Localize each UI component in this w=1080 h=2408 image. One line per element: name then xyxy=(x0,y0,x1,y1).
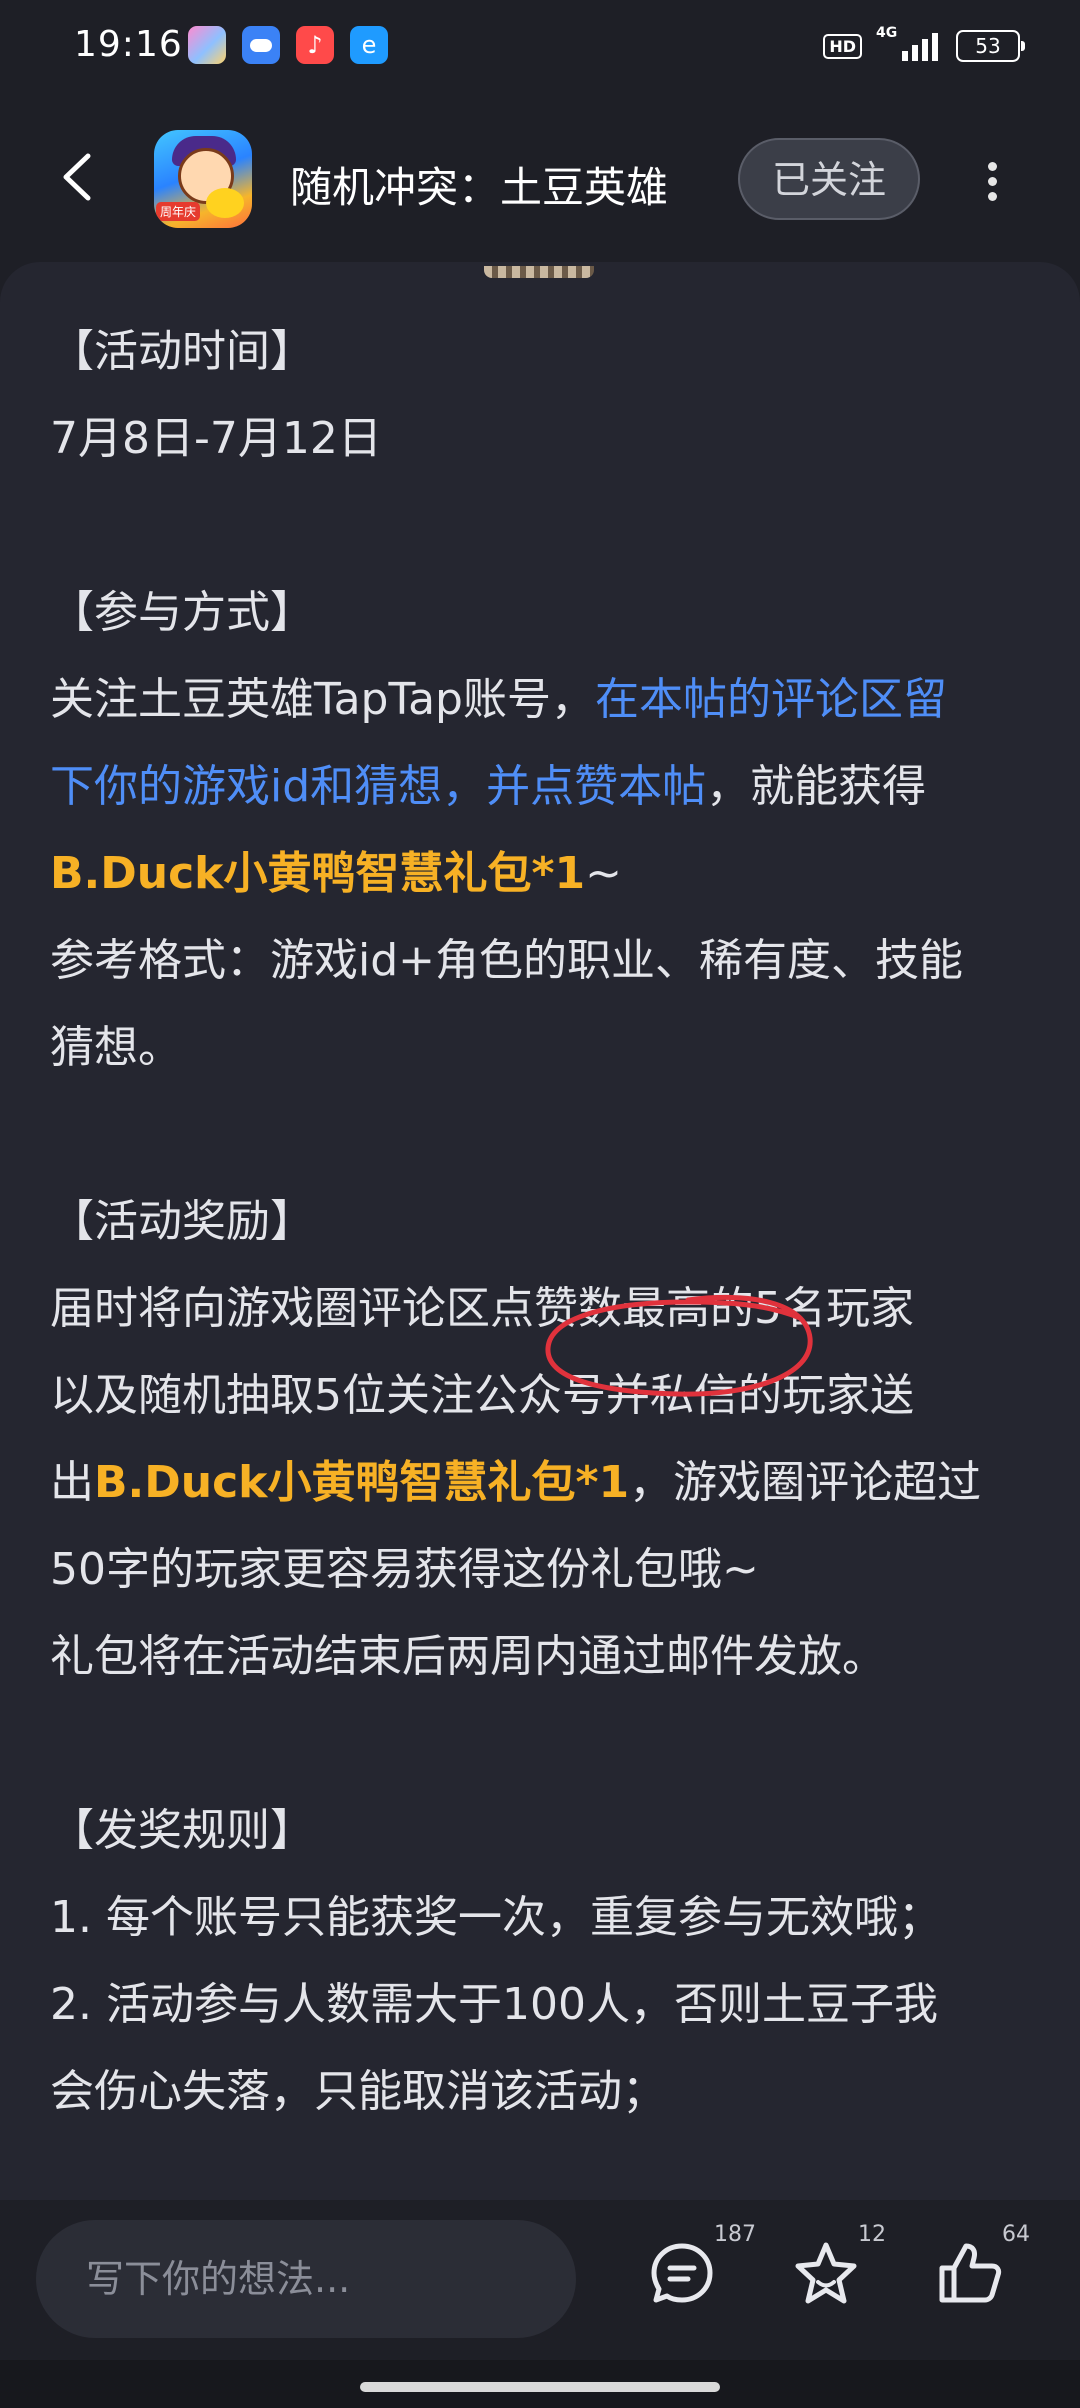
photo-app-icon xyxy=(188,26,226,64)
browser-icon: e xyxy=(350,26,388,64)
reward-line-3: 出B.Duck小黄鸭智慧礼包*1，游戏圈评论超过 xyxy=(50,1457,982,1508)
rule-2a: 2. 活动参与人数需大于100人，否则土豆子我 xyxy=(50,1979,938,2030)
status-bar: 19:16 ♪ e HD 4G 53 xyxy=(0,0,1080,96)
battery-icon: 53 xyxy=(956,30,1025,62)
method-link[interactable]: 在本帖的评论区留 xyxy=(595,674,947,725)
rule-1: 1. 每个账号只能获奖一次，重复参与无效哦； xyxy=(50,1892,942,1943)
more-vertical-icon[interactable] xyxy=(982,156,1002,206)
like-count: 64 xyxy=(1002,2222,1030,2247)
signal-icon: 4G xyxy=(876,25,938,61)
section-heading-method: 【参与方式】 xyxy=(50,587,314,638)
reward-line-4: 50字的玩家更容易获得这份礼包哦~ xyxy=(50,1544,759,1595)
post-image-edge xyxy=(484,266,594,278)
status-time: 19:16 xyxy=(74,24,183,65)
network-type: 4G xyxy=(876,25,898,41)
method-paragraph-2: 下你的游戏id和猜想，并点赞本帖，就能获得 xyxy=(50,761,927,812)
game-app-icon[interactable]: 周年庆 xyxy=(154,130,252,228)
reward-line-5: 礼包将在活动结束后两周内通过邮件发放。 xyxy=(50,1631,886,1682)
music-icon: ♪ xyxy=(296,26,334,64)
hd-badge: HD xyxy=(823,33,862,59)
section-heading-rules: 【发奖规则】 xyxy=(50,1805,314,1856)
follow-button[interactable]: 已关注 xyxy=(738,138,920,220)
section-heading-time: 【活动时间】 xyxy=(50,326,314,377)
comment-input[interactable]: 写下你的想法... xyxy=(36,2220,576,2338)
top-header: 周年庆 随机冲突：土豆英雄 已关注 xyxy=(0,96,1080,266)
app-icon-tag: 周年庆 xyxy=(156,202,201,221)
notification-icons: ♪ e xyxy=(188,26,388,64)
thumbs-up-icon[interactable] xyxy=(934,2238,1014,2318)
post-body: 【活动时间】 7月8日-7月12日 【参与方式】 关注土豆英雄TapTap账号，… xyxy=(50,308,1040,2135)
rule-2b: 会伤心失落，只能取消该活动； xyxy=(50,2066,666,2117)
status-right: HD 4G 53 xyxy=(823,25,1025,62)
star-icon[interactable] xyxy=(790,2238,870,2318)
weather-icon xyxy=(242,26,280,64)
method-paragraph: 关注土豆英雄TapTap账号，在本帖的评论区留 xyxy=(50,674,947,725)
page-title[interactable]: 随机冲突：土豆英雄 xyxy=(290,154,668,215)
method-link-2[interactable]: 下你的游戏id和猜想，并点赞本帖 xyxy=(50,761,706,812)
format-line-2: 猜想。 xyxy=(50,1022,182,1073)
comment-count: 187 xyxy=(714,2222,756,2247)
gift-pack-name: B.Duck小黄鸭智慧礼包*1 xyxy=(50,848,586,899)
gift-pack-name-2: B.Duck小黄鸭智慧礼包*1 xyxy=(94,1457,630,1508)
section-heading-reward: 【活动奖励】 xyxy=(50,1196,314,1247)
bottom-action-bar: 写下你的想法... 187 12 64 xyxy=(0,2200,1080,2370)
method-reward: B.Duck小黄鸭智慧礼包*1~ xyxy=(50,848,622,899)
format-line-1: 参考格式：游戏id+角色的职业、稀有度、技能 xyxy=(50,935,964,986)
reward-line-2: 以及随机抽取5位关注公众号并私信的玩家送 xyxy=(50,1370,914,1421)
chevron-left-icon[interactable] xyxy=(58,152,98,202)
reward-line-1: 届时将向游戏圈评论区点赞数最高的5名玩家 xyxy=(50,1283,914,1334)
home-indicator[interactable] xyxy=(360,2382,720,2392)
favorite-count: 12 xyxy=(858,2222,886,2247)
comment-icon[interactable] xyxy=(646,2238,726,2318)
activity-time: 7月8日-7月12日 xyxy=(50,413,382,464)
